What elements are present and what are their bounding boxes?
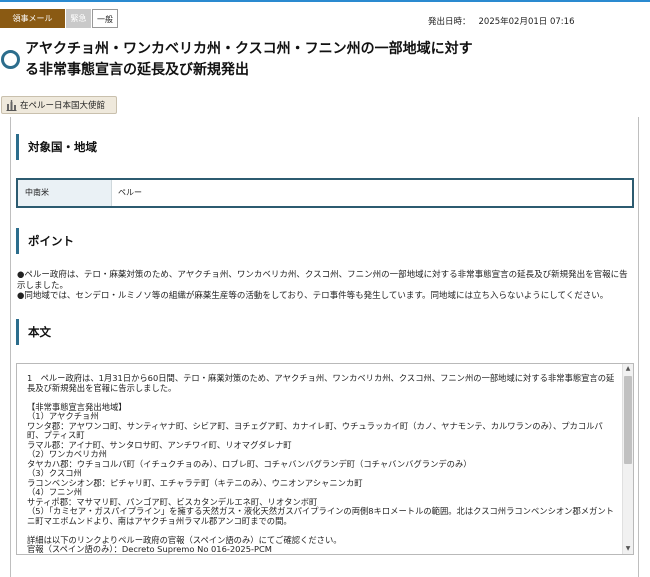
scrollbar-thumb[interactable] xyxy=(624,376,632,464)
region-table: 中南米 ペルー xyxy=(16,178,634,208)
building-icon xyxy=(6,99,17,111)
scroll-down-arrow-icon[interactable]: ▼ xyxy=(623,544,633,554)
body-text: 1 ペルー政府は、1月31日から60日間、テロ・麻薬対策のため、アヤクチョ州、ワ… xyxy=(27,373,615,554)
tag-general: 一般 xyxy=(92,9,118,28)
tag-consular-mail: 領事メール xyxy=(0,9,65,28)
sent-datetime-label: 発出日時： xyxy=(428,17,471,27)
page-title: アヤクチョ州・ワンカベリカ州・クスコ州・フニン州の一部地域に対する非常事態宣言の… xyxy=(25,41,473,78)
region-area: 中南米 xyxy=(18,180,112,206)
body-scrollbar[interactable]: ▲ ▼ xyxy=(622,364,633,554)
region-country: ペルー xyxy=(118,188,142,197)
top-accent-line xyxy=(0,0,650,2)
section-heading-region: 対象国・地域 xyxy=(16,134,97,160)
title-circle-icon xyxy=(1,50,20,69)
scroll-up-arrow-icon[interactable]: ▲ xyxy=(623,364,633,374)
body-text-box[interactable]: 1 ペルー政府は、1月31日から60日間、テロ・麻薬対策のため、アヤクチョ州、ワ… xyxy=(16,363,634,555)
embassy-badge: 在ペルー日本国大使館 xyxy=(1,96,117,114)
tag-urgent: 緊急 xyxy=(66,9,91,28)
sent-datetime-value: 2025年02月01日 07:16 xyxy=(478,17,575,27)
section-heading-points: ポイント xyxy=(16,228,74,254)
points-text: ●ペルー政府は、テロ・麻薬対策のため、アヤクチョ州、ワンカベリカ州、クスコ州、フ… xyxy=(17,270,628,301)
sent-datetime: 発出日時： 2025年02月01日 07:16 xyxy=(428,15,574,27)
embassy-name: 在ペルー日本国大使館 xyxy=(20,101,106,111)
mail-type-tags: 領事メール 緊急 一般 xyxy=(0,9,118,28)
section-heading-body: 本文 xyxy=(16,319,51,345)
